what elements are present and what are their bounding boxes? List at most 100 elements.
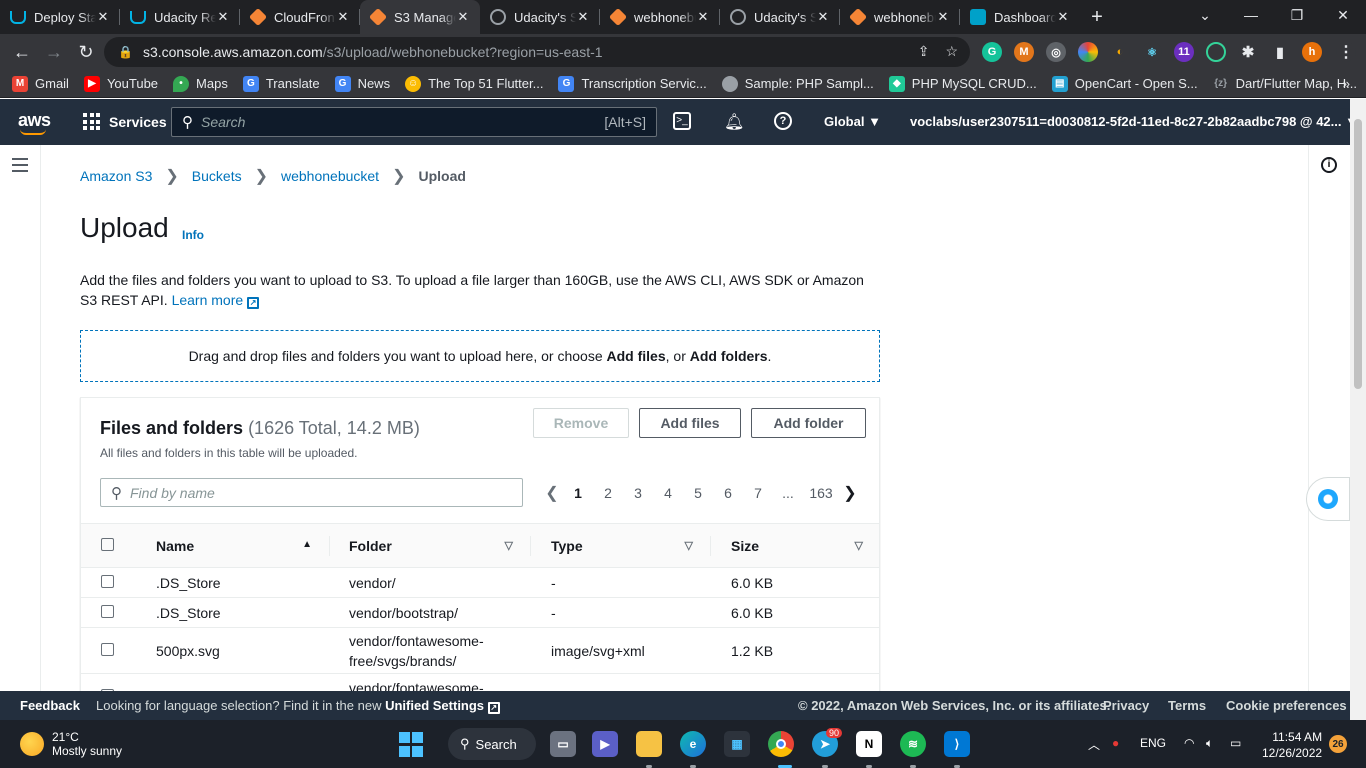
remove-button[interactable]: Remove (533, 408, 629, 438)
extension-badge-icon[interactable]: 11 (1174, 42, 1194, 62)
chevron-right-icon[interactable]: ❯ (839, 483, 861, 503)
task-view-icon[interactable]: ▭ (550, 731, 576, 757)
minimize-icon[interactable]: — (1228, 0, 1274, 30)
bookmark-flutter[interactable]: ☺ The Top 51 Flutter... (405, 75, 543, 92)
page-5[interactable]: 5 (683, 485, 713, 501)
row-checkbox[interactable] (101, 574, 114, 588)
page-2[interactable]: 2 (593, 485, 623, 501)
table-row[interactable]: .DS_Store vendor/ - 6.0 KB (81, 567, 879, 598)
account-menu[interactable]: voclabs/user2307511=d0030812-5f2d-11ed-8… (910, 114, 1358, 129)
bookmark-news[interactable]: G News (334, 75, 390, 92)
bookmark-translate[interactable]: G Translate (242, 75, 320, 92)
bookmark-transcription[interactable]: G Transcription Servic... (558, 75, 707, 92)
tab-1[interactable]: Udacity Reviews✕ (120, 0, 240, 34)
close-icon[interactable]: ✕ (96, 9, 110, 25)
help-icon[interactable]: ? (774, 112, 792, 130)
windows-start-icon[interactable] (398, 731, 424, 757)
sidepanel-icon[interactable]: ▮ (1270, 42, 1290, 62)
services-menu[interactable]: Services (83, 113, 167, 130)
tab-7[interactable]: webhonebucket✕ (840, 0, 960, 34)
row-checkbox[interactable] (101, 642, 114, 656)
row-checkbox[interactable] (101, 604, 114, 618)
find-by-name-input[interactable] (130, 484, 510, 501)
language-indicator[interactable]: ENG (1140, 736, 1166, 750)
help-assistant-button[interactable] (1306, 477, 1350, 521)
hamburger-menu-icon[interactable] (12, 158, 28, 176)
column-header-size[interactable]: Size ▽ (711, 523, 879, 568)
puzzle-icon[interactable]: ✱ (1238, 42, 1258, 62)
close-icon[interactable]: ✕ (936, 9, 950, 25)
more-bookmarks-icon[interactable]: » (1343, 76, 1350, 91)
battery-icon[interactable]: ▭ (1230, 736, 1241, 750)
tab-3[interactable]: S3 Management Console✕ (360, 0, 480, 34)
close-icon[interactable]: ✕ (456, 9, 470, 25)
sort-caret-icon[interactable]: ▽ (685, 539, 693, 552)
feedback-link[interactable]: Feedback (20, 698, 80, 713)
privacy-link[interactable]: Privacy (1103, 698, 1149, 713)
bookmark-opencart[interactable]: ▤ OpenCart - Open S... (1051, 75, 1198, 92)
info-link[interactable]: Info (182, 228, 204, 242)
bookmark-star-icon[interactable]: ☆ (945, 43, 958, 60)
taskbar-search[interactable]: ⚲ Search (448, 728, 536, 760)
bookmark-youtube[interactable]: ▶ YouTube (83, 75, 158, 92)
url-bar[interactable]: 🔒 s3.console.aws.amazon.com/s3/upload/we… (104, 37, 970, 67)
menu-kebab-icon[interactable]: ⋮ (1336, 42, 1356, 62)
info-panel-icon[interactable]: i (1321, 157, 1337, 173)
reload-icon[interactable]: ↻ (70, 36, 102, 68)
chevron-up-icon[interactable]: ︿ (1088, 736, 1100, 753)
spotify-icon[interactable]: ≋ (900, 731, 926, 757)
region-selector[interactable]: Global ▼ (824, 114, 881, 129)
close-icon[interactable]: ✕ (216, 9, 230, 25)
upload-dropzone[interactable]: Drag and drop files and folders you want… (80, 330, 880, 382)
restore-icon[interactable]: ❐ (1274, 0, 1320, 30)
tab-8[interactable]: Dashboard ✕ (960, 0, 1080, 34)
tab-6[interactable]: Udacity's Slack✕ (720, 0, 840, 34)
cloudshell-icon[interactable]: >_ (673, 112, 691, 130)
column-header-folder[interactable]: Folder ▽ (330, 523, 531, 568)
bookmark-maps[interactable]: • Maps (173, 75, 228, 92)
colorpicker-icon[interactable] (1078, 42, 1098, 62)
table-row[interactable]: .DS_Store vendor/bootstrap/ - 6.0 KB (81, 597, 879, 628)
close-icon[interactable]: ✕ (576, 9, 590, 25)
aws-search-input[interactable]: ⚲ Search [Alt+S] (171, 107, 657, 137)
close-icon[interactable]: ✕ (1056, 9, 1070, 25)
store-icon[interactable]: ▦ (724, 731, 750, 757)
notification-badge[interactable]: 26 (1329, 735, 1347, 753)
column-header-type[interactable]: Type ▽ (531, 523, 711, 568)
chevron-left-icon[interactable]: ❮ (541, 483, 563, 503)
page-7[interactable]: 7 (743, 485, 773, 501)
bookmark-dart-map[interactable]: {z} Dart/Flutter Map, H... (1213, 76, 1357, 92)
tab-0[interactable]: Deploy Static Website✕ (0, 0, 120, 34)
page-3[interactable]: 3 (623, 485, 653, 501)
ring-extension-icon[interactable] (1206, 42, 1226, 62)
sort-caret-icon[interactable]: ▽ (505, 539, 513, 552)
bookmark-php-crud[interactable]: ◆ PHP MySQL CRUD... (888, 75, 1037, 92)
add-folder-button[interactable]: Add folder (751, 408, 866, 438)
breadcrumb-buckets[interactable]: Buckets (192, 168, 242, 184)
sort-ascending-icon[interactable]: ▲ (302, 539, 312, 550)
tab-4[interactable]: Udacity's Slack✕ (480, 0, 600, 34)
notion-icon[interactable]: N (856, 731, 882, 757)
page-scrollbar[interactable] (1350, 99, 1366, 720)
vscode-icon[interactable]: ⟩ (944, 731, 970, 757)
share-icon[interactable]: ⇪ (918, 43, 930, 60)
unified-settings-link[interactable]: Unified Settings ↗ (385, 698, 500, 714)
back-icon[interactable]: ← (6, 36, 38, 68)
chrome-icon[interactable] (768, 731, 794, 757)
breadcrumb-bucket[interactable]: webhonebucket (281, 168, 379, 184)
table-row[interactable]: 500px.svg vendor/fontawesome-free/svgs/b… (81, 627, 879, 674)
close-icon[interactable]: ✕ (816, 9, 830, 25)
file-explorer-icon[interactable] (636, 731, 662, 757)
system-clock[interactable]: 11:54 AM 12/26/2022 (1262, 729, 1322, 761)
tab-search-icon[interactable]: ⌄ (1182, 0, 1228, 30)
aws-logo[interactable]: aws (18, 110, 51, 135)
tab-5[interactable]: webhonebucket✕ (600, 0, 720, 34)
grammarly-icon[interactable]: G (982, 42, 1002, 62)
breadcrumb-amazon-s3[interactable]: Amazon S3 (80, 168, 152, 184)
window-close-icon[interactable]: ✕ (1320, 0, 1366, 30)
page-163[interactable]: 163 (803, 485, 839, 501)
column-header-name[interactable]: Name ▲ (136, 523, 330, 568)
new-tab-button[interactable]: + (1080, 0, 1114, 34)
page-6[interactable]: 6 (713, 485, 743, 501)
cookie-preferences-link[interactable]: Cookie preferences (1226, 698, 1347, 713)
